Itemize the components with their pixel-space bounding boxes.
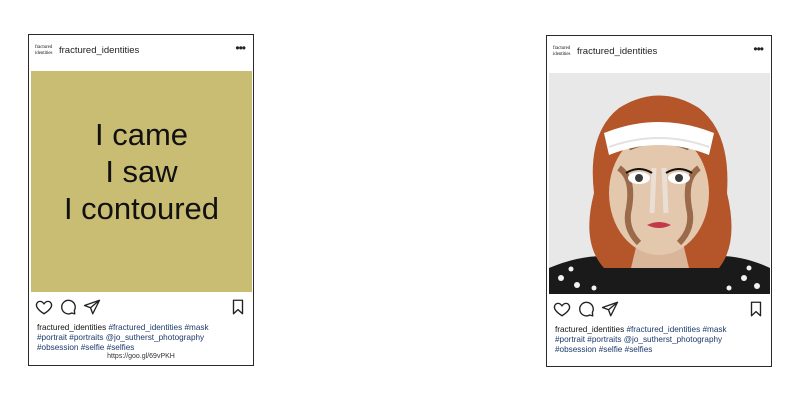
post-username[interactable]: fractured_identities: [59, 45, 139, 56]
avatar[interactable]: fractured identities: [553, 46, 573, 58]
share-icon[interactable]: [83, 298, 101, 316]
more-options-icon[interactable]: •••: [753, 42, 764, 56]
short-link[interactable]: https://goo.gl/69vPKH: [29, 353, 253, 360]
caption-hashtags[interactable]: #fractured_identities #mask: [108, 323, 208, 332]
caption-username[interactable]: fractured_identities: [555, 325, 624, 334]
caption-hashtags[interactable]: #obsession #selfie #selfies: [37, 343, 247, 353]
caption-hashtags[interactable]: #portrait #portraits @jo_sutherst_photog…: [37, 333, 247, 343]
bookmark-icon[interactable]: [229, 298, 247, 316]
post-username[interactable]: fractured_identities: [577, 46, 657, 57]
instagram-post-text: fractured identities fractured_identitie…: [28, 34, 254, 366]
share-icon[interactable]: [601, 300, 619, 318]
heart-icon[interactable]: [553, 300, 571, 318]
post-image[interactable]: I came I saw I contoured: [31, 71, 252, 292]
avatar-text-line: identities: [553, 52, 571, 57]
more-options-icon[interactable]: •••: [235, 41, 246, 55]
caption-hashtags[interactable]: #fractured_identities #mask: [626, 325, 726, 334]
quote-line: I contoured: [63, 191, 220, 226]
post-caption: fractured_identities #fractured_identiti…: [555, 325, 765, 355]
comment-icon[interactable]: [577, 300, 595, 318]
portrait-photo: [549, 73, 770, 294]
post-actions: [35, 298, 247, 320]
heart-icon[interactable]: [35, 298, 53, 316]
post-caption: fractured_identities #fractured_identiti…: [37, 323, 247, 353]
avatar[interactable]: fractured identities: [35, 45, 55, 57]
comment-icon[interactable]: [59, 298, 77, 316]
caption-hashtags[interactable]: #portrait #portraits @jo_sutherst_photog…: [555, 335, 765, 345]
quote-line: I came: [94, 117, 189, 152]
instagram-post-photo: fractured identities fractured_identitie…: [546, 35, 772, 367]
bookmark-icon[interactable]: [747, 300, 765, 318]
avatar-text-line: identities: [35, 51, 53, 56]
quote-line: I saw: [105, 154, 178, 189]
caption-hashtags[interactable]: #obsession #selfie #selfies: [555, 345, 765, 355]
caption-username[interactable]: fractured_identities: [37, 323, 106, 332]
post-actions: [553, 300, 765, 322]
post-image[interactable]: [549, 73, 770, 294]
post-header: fractured identities fractured_identitie…: [29, 35, 253, 69]
quote-text: I came I saw I contoured: [31, 116, 252, 227]
post-header: fractured identities fractured_identitie…: [547, 36, 771, 70]
